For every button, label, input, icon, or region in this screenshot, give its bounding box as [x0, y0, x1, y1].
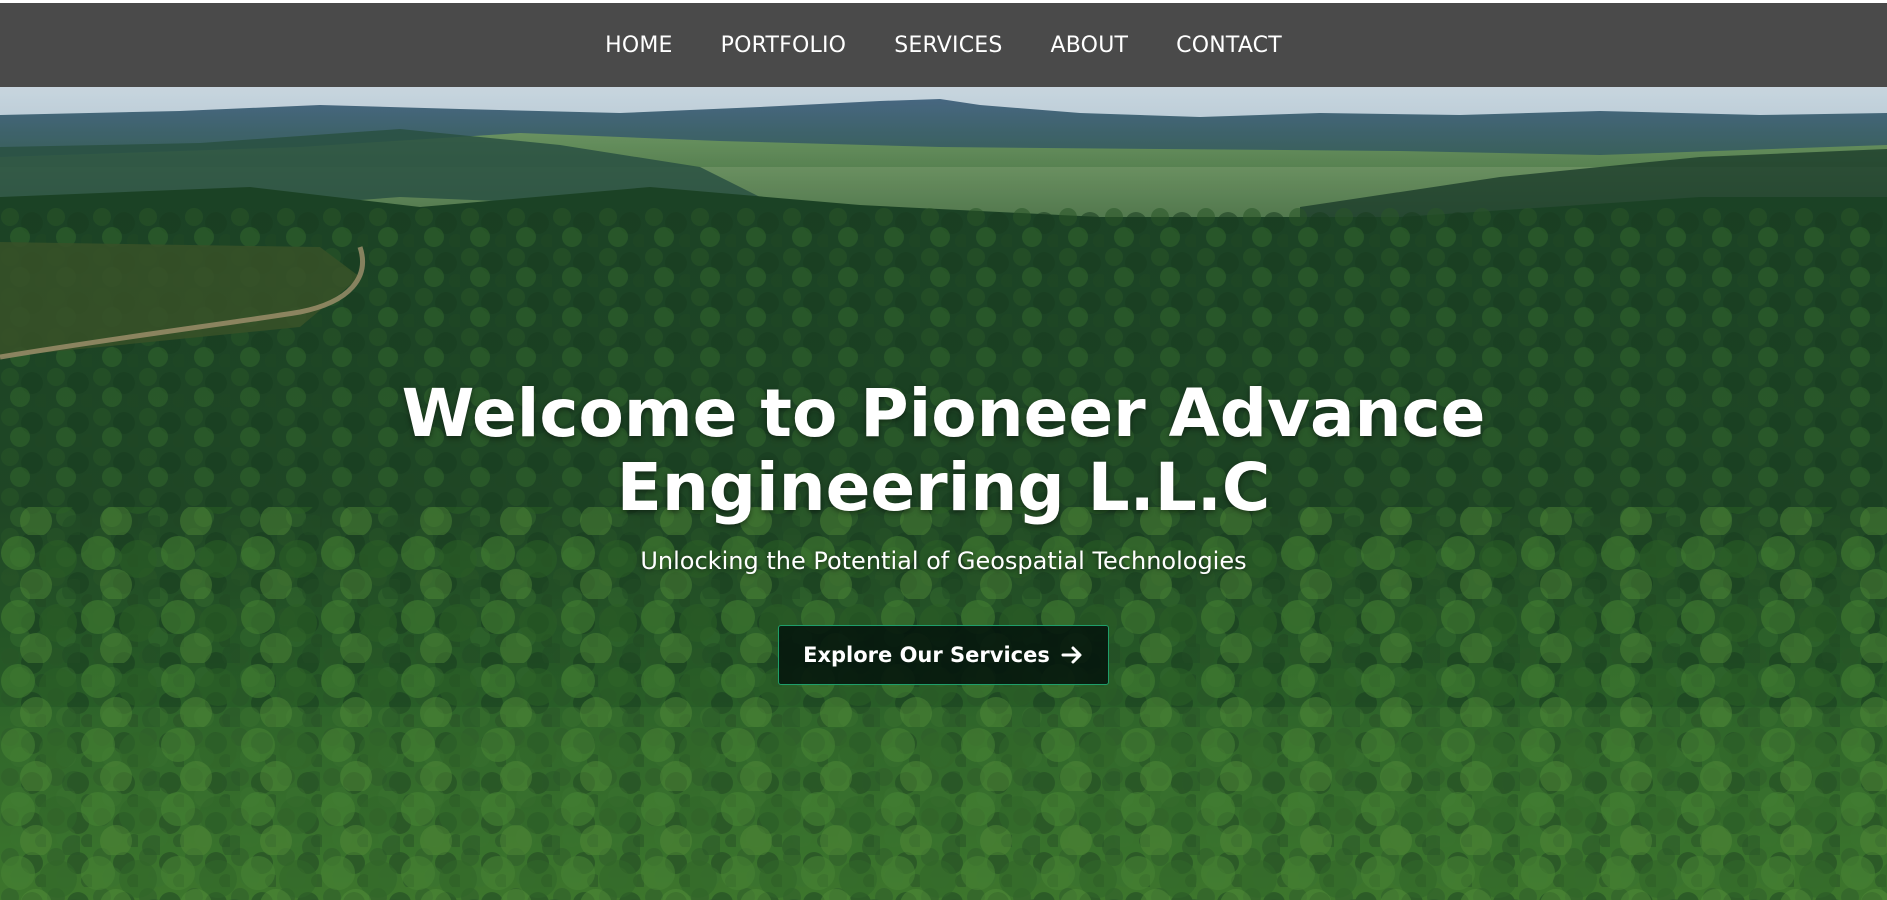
hero-title-line-1: Welcome to Pioneer Advance	[401, 375, 1486, 452]
hero-content: Welcome to Pioneer Advance Engineering L…	[0, 377, 1887, 685]
nav-item-contact[interactable]: CONTACT	[1152, 33, 1306, 58]
top-navbar: HOME PORTFOLIO SERVICES ABOUT CONTACT	[0, 3, 1887, 87]
hero-section: Welcome to Pioneer Advance Engineering L…	[0, 87, 1887, 900]
explore-services-button[interactable]: Explore Our Services	[778, 625, 1109, 685]
nav-item-portfolio[interactable]: PORTFOLIO	[697, 33, 871, 58]
hero-subtitle: Unlocking the Potential of Geospatial Te…	[640, 547, 1247, 575]
nav-item-services[interactable]: SERVICES	[870, 33, 1026, 58]
nav-item-about[interactable]: ABOUT	[1027, 33, 1153, 58]
explore-services-label: Explore Our Services	[803, 643, 1050, 667]
nav-item-home[interactable]: HOME	[581, 33, 697, 58]
hero-title-line-2: Engineering L.L.C	[616, 449, 1271, 526]
hero-title: Welcome to Pioneer Advance Engineering L…	[394, 377, 1494, 525]
arrow-right-icon	[1060, 643, 1084, 667]
nav-menu: HOME PORTFOLIO SERVICES ABOUT CONTACT	[581, 33, 1306, 58]
page: HOME PORTFOLIO SERVICES ABOUT CONTACT We…	[0, 0, 1887, 900]
cta-wrapper: Explore Our Services	[0, 625, 1887, 685]
